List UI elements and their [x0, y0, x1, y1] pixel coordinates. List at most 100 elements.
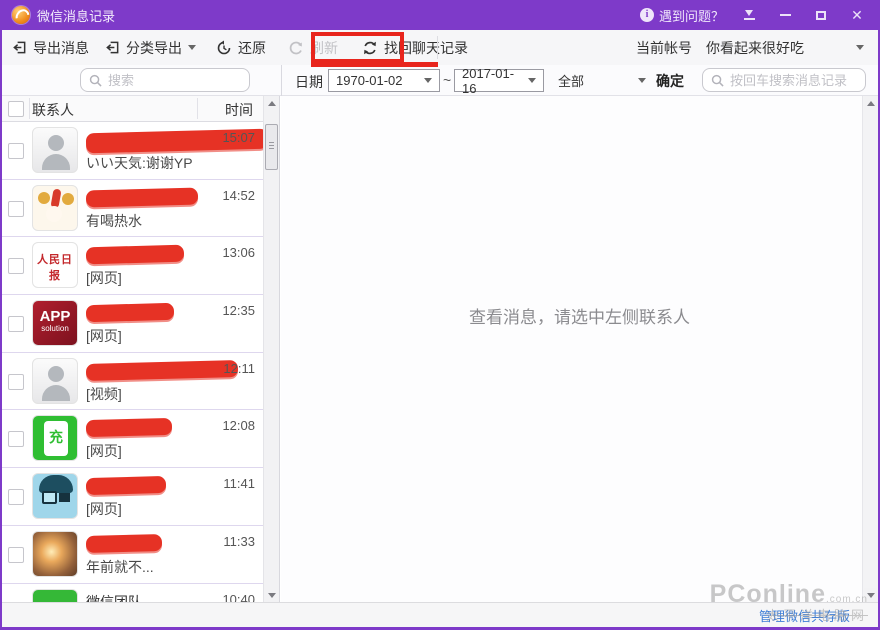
contact-rows: いい天気:谢谢YP 15:07 有喝热水 14:52 人民日报 [2, 122, 263, 602]
chevron-down-icon [188, 45, 196, 50]
date-from-dropdown[interactable]: 1970-01-02 [328, 69, 440, 92]
titlebar: 微信消息记录 i 遇到问题？ ✕ [2, 0, 878, 30]
redacted-name-scribble [86, 534, 162, 553]
export-messages-button[interactable]: 导出消息 [12, 38, 89, 58]
row-checkbox[interactable] [8, 431, 24, 447]
contact-avatar-blue-glasses [32, 473, 78, 519]
redacted-name-scribble [86, 303, 174, 322]
message-pane-scrollbar[interactable] [862, 96, 878, 602]
scroll-down-arrow[interactable] [265, 588, 278, 602]
help-button[interactable]: i 遇到问题？ [640, 6, 724, 25]
export-by-category-button[interactable]: 分类导出 [105, 38, 196, 58]
row-checkbox[interactable] [8, 489, 24, 505]
contact-row[interactable]: 微信团队 10:40 [2, 584, 263, 603]
message-type-dropdown[interactable]: 全部 [558, 71, 646, 90]
message-time: 11:33 [223, 534, 255, 549]
maximize-icon [816, 11, 826, 20]
triangle-up-icon [867, 101, 875, 106]
last-message: 有喝热水 [86, 211, 142, 231]
scroll-up-arrow[interactable] [265, 96, 278, 110]
redacted-name-scribble [86, 360, 238, 381]
minimize-button[interactable] [774, 6, 796, 24]
chevron-down-icon [856, 45, 864, 50]
select-all-checkbox[interactable] [8, 101, 24, 117]
message-search-input[interactable] [730, 73, 857, 88]
contact-row[interactable]: 人民日报 PEOPLE'S DAILY [网页] 13:06 [2, 237, 263, 295]
empty-state-message: 查看消息，请选中左侧联系人 [281, 96, 878, 328]
export-category-icon [105, 40, 120, 55]
message-time: 12:35 [222, 303, 255, 318]
content-area: 联系人 时间 いい天気:谢谢YP 15:07 [2, 96, 878, 602]
chevron-down-icon [638, 78, 646, 83]
redacted-name-scribble [86, 245, 184, 265]
maximize-button[interactable] [810, 6, 832, 24]
phone-icon: 充 [44, 421, 68, 456]
scroll-down-arrow[interactable] [864, 588, 877, 602]
skin-button[interactable] [738, 6, 760, 24]
row-checkbox[interactable] [8, 143, 24, 159]
toolbar-separator [437, 36, 438, 59]
row-checkbox[interactable] [8, 374, 24, 390]
recover-chats-button[interactable]: 找回聊天记录 [362, 38, 468, 58]
contact-row[interactable]: [视频] 12:11 [2, 353, 263, 411]
toolbar: 导出消息 分类导出 还原 刷新 找回聊天记录 当前帐号 [2, 30, 878, 65]
redacted-name-scribble [86, 418, 172, 437]
contact-avatar-recharge-green: 充 [32, 415, 78, 461]
refresh-button[interactable]: 刷新 [288, 38, 338, 58]
message-time: 10:40 [222, 592, 255, 603]
contact-avatar-sheep-cartoon [32, 185, 78, 231]
triangle-up-icon [268, 101, 276, 106]
date-to-dropdown[interactable]: 2017-01-16 [454, 69, 544, 92]
date-range-separator: ~ [443, 72, 451, 88]
help-label: 遇到问题？ [659, 6, 724, 25]
message-time: 12:08 [222, 418, 255, 433]
row-checkbox[interactable] [8, 316, 24, 332]
redacted-name-scribble [86, 476, 166, 495]
scrollbar-thumb[interactable] [265, 124, 278, 170]
search-icon [711, 74, 724, 87]
contact-avatar-default-person [32, 358, 78, 404]
time-column-header: 时间 [225, 100, 253, 120]
export-icon [12, 40, 27, 55]
contact-list-scrollbar[interactable] [263, 96, 279, 602]
message-time: 11:41 [223, 476, 255, 491]
chevron-down-icon [424, 78, 432, 83]
avatar-logo-text: PEOPLE'S DAILY [33, 287, 77, 288]
last-message: [网页] [86, 441, 122, 461]
contact-search-box[interactable] [80, 68, 250, 92]
contact-row[interactable]: 有喝热水 14:52 [2, 180, 263, 238]
message-time: 14:52 [222, 188, 255, 203]
message-search-box[interactable] [702, 68, 866, 92]
scroll-up-arrow[interactable] [864, 96, 877, 110]
triangle-down-icon [867, 593, 875, 598]
close-button[interactable]: ✕ [846, 6, 868, 24]
info-icon: i [640, 8, 654, 22]
date-label: 日期 [295, 72, 323, 92]
contact-row[interactable]: [网页] 11:41 [2, 468, 263, 526]
column-divider [197, 98, 198, 119]
account-dropdown[interactable]: 你看起来很好吃 [706, 38, 864, 58]
filter-bar: 日期 1970-01-02 ~ 2017-01-16 全部 确定 [2, 65, 878, 96]
avatar-logo-text: solution [33, 324, 77, 333]
message-time: 15:07 [222, 130, 255, 145]
avatar-logo-text: APP [33, 310, 77, 324]
row-checkbox[interactable] [8, 547, 24, 563]
app-logo-icon [12, 6, 30, 24]
window-title: 微信消息记录 [37, 6, 115, 25]
restore-button[interactable]: 还原 [216, 38, 266, 58]
refresh-icon [288, 40, 304, 56]
confirm-button[interactable]: 确定 [656, 71, 684, 91]
contact-name: 微信团队 [86, 592, 142, 603]
recover-icon [362, 40, 378, 56]
row-checkbox[interactable] [8, 201, 24, 217]
manage-coexist-link[interactable]: 管理微信共存版 [759, 606, 850, 625]
contact-row[interactable]: 充 [网页] 12:08 [2, 410, 263, 468]
current-account-label: 当前帐号 [636, 38, 692, 58]
row-checkbox[interactable] [8, 258, 24, 274]
contact-avatar-peoples-daily: 人民日报 PEOPLE'S DAILY [32, 242, 78, 288]
chevron-down-icon [528, 78, 536, 83]
contact-row[interactable]: いい天気:谢谢YP 15:07 [2, 122, 263, 180]
contact-row[interactable]: 年前就不... 11:33 [2, 526, 263, 584]
contact-row[interactable]: APP solution [网页] 12:35 [2, 295, 263, 353]
contact-search-input[interactable] [108, 73, 241, 88]
